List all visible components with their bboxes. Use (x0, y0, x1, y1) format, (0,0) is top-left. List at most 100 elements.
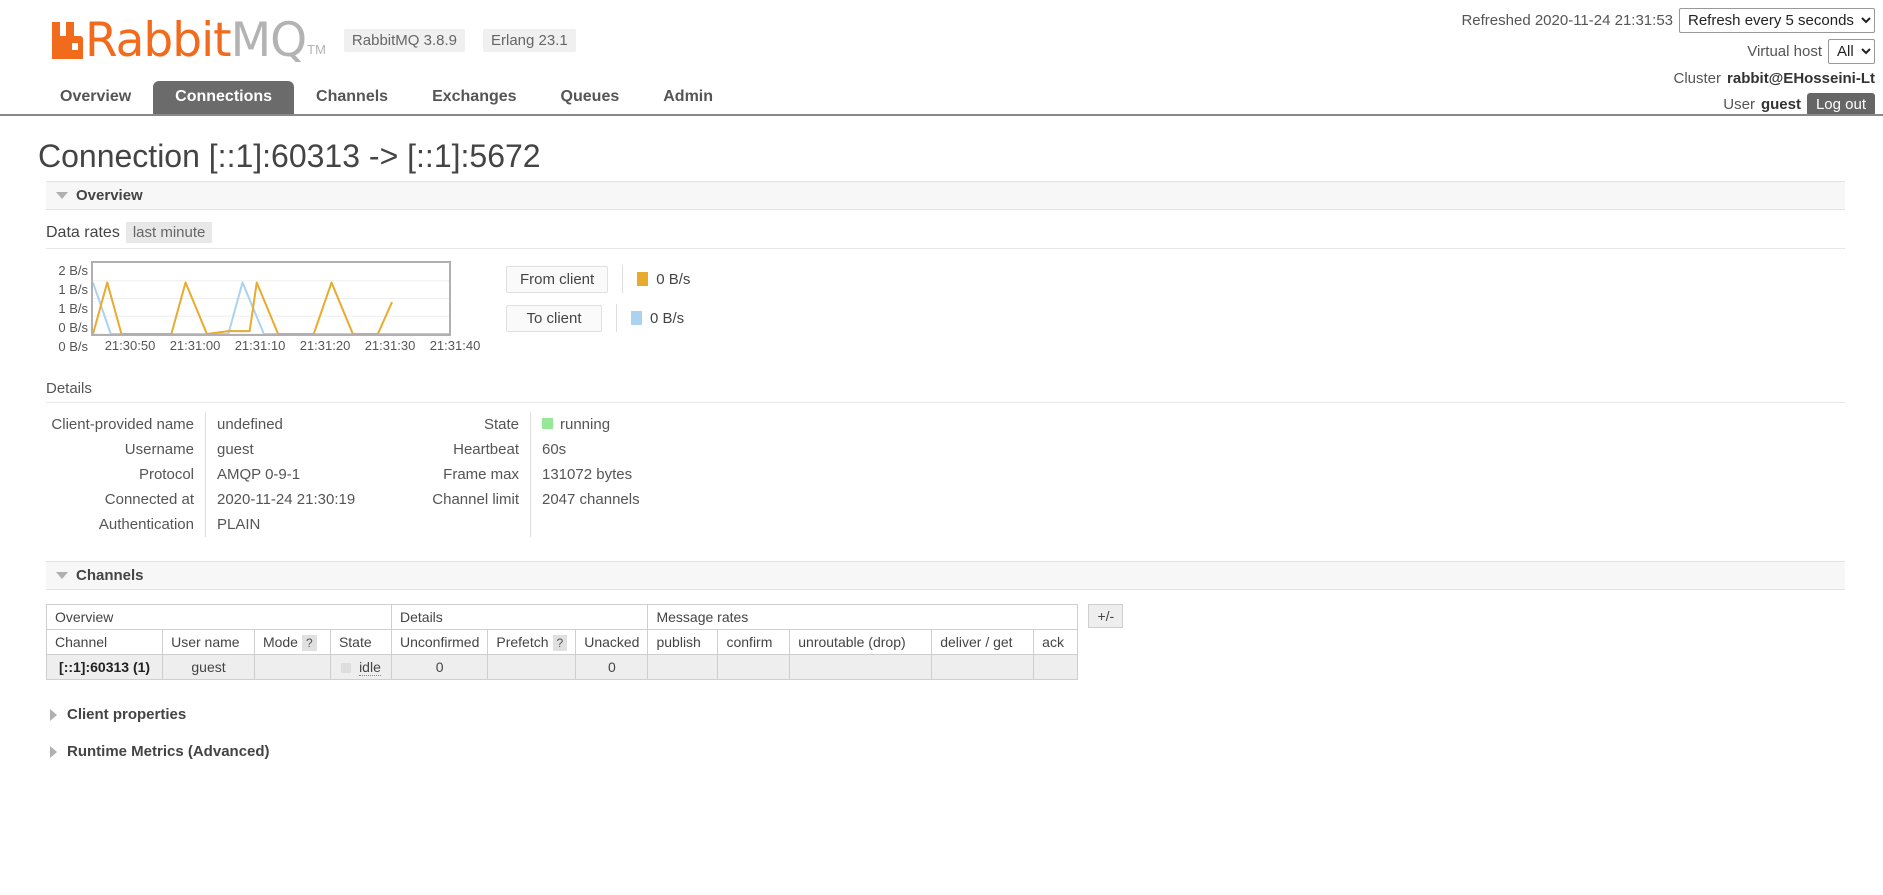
help-icon[interactable]: ? (552, 635, 568, 651)
x-tick-label: 21:30:50 (104, 338, 156, 353)
logo-text-rabbit: Rabbit (85, 13, 232, 68)
channels-table-wrap: Overview Details Message rates Channel U… (45, 604, 1845, 680)
data-rates-title-row: Data rates last minute (46, 210, 1845, 249)
detail-value-frame-max: 131072 bytes (542, 466, 633, 483)
tab-overview[interactable]: Overview (38, 81, 153, 114)
column-header-ack[interactable]: ack (1033, 629, 1079, 655)
refresh-interval-select[interactable]: Refresh every 5 seconds (1679, 8, 1875, 33)
legend-value-from-client: 0 B/s (656, 270, 691, 288)
section-header-client-properties[interactable]: Client properties (50, 706, 1845, 723)
legend-swatch-from-client (637, 272, 649, 286)
tab-channels[interactable]: Channels (294, 81, 410, 114)
cell-deliver-get (931, 654, 1035, 680)
cell-mode (253, 654, 331, 680)
tab-admin[interactable]: Admin (641, 81, 735, 114)
chart-svg (93, 280, 449, 334)
group-header-details: Details (390, 604, 649, 630)
detail-value-heartbeat: 60s (542, 441, 567, 458)
channels-table: Overview Details Message rates Channel U… (45, 604, 1079, 680)
logo-trademark: TM (307, 42, 326, 57)
details-column-left: Client-provided name Username Protocol C… (46, 412, 421, 537)
rabbitmq-logo-icon (52, 22, 83, 59)
toggle-columns-button[interactable]: +/- (1088, 604, 1124, 628)
table-row[interactable]: [::1]:60313 (1) guest idle 0 0 (45, 654, 1079, 680)
data-rates-period-chip[interactable]: last minute (125, 222, 213, 243)
legend-row-to-client: To client 0 B/s (506, 304, 690, 332)
detail-key: State (483, 416, 519, 433)
x-tick-label: 21:31:40 (429, 338, 481, 353)
detail-key: Heartbeat (453, 441, 519, 458)
status-idle-icon (341, 663, 352, 674)
legend-button-from-client[interactable]: From client (506, 265, 609, 293)
detail-value-authentication: PLAIN (217, 516, 261, 533)
help-icon[interactable]: ? (301, 635, 317, 651)
cell-confirm (717, 654, 791, 680)
vhost-select[interactable]: All (1828, 39, 1875, 64)
group-header-message-rates: Message rates (647, 604, 1079, 630)
details-column-right: State Heartbeat Frame max Channel limit … (421, 412, 731, 537)
column-header-deliver-get[interactable]: deliver / get (931, 629, 1035, 655)
section-header-overview[interactable]: Overview (46, 181, 1845, 210)
state-text: running (560, 416, 611, 433)
detail-key: Username (124, 441, 194, 458)
caret-right-icon (50, 745, 57, 758)
caret-down-icon (56, 192, 68, 199)
x-tick-label: 21:31:20 (299, 338, 351, 353)
x-tick-label: 21:31:10 (234, 338, 286, 353)
column-header-prefetch[interactable]: Prefetch? (487, 629, 577, 655)
tab-exchanges[interactable]: Exchanges (410, 81, 538, 114)
legend-value-to-client: 0 B/s (650, 309, 685, 327)
legend-row-from-client: From client 0 B/s (506, 265, 690, 293)
connection-details: Client-provided name Username Protocol C… (46, 403, 1845, 537)
detail-key: Frame max (443, 466, 519, 483)
tab-queues[interactable]: Queues (539, 81, 642, 114)
cell-unacked: 0 (575, 654, 649, 680)
status-running-icon (542, 418, 553, 429)
group-header-overview: Overview (46, 604, 392, 630)
cell-state: idle (329, 654, 393, 680)
page-content: Connection [::1]:60313 -> [::1]:5672 Ove… (0, 138, 1883, 760)
cell-state-text: idle (359, 659, 381, 676)
chart-legend: From client 0 B/s To client 0 B/s (506, 261, 690, 343)
column-header-unacked[interactable]: Unacked (575, 629, 649, 655)
cell-publish (647, 654, 719, 680)
cell-ack (1033, 654, 1079, 680)
x-tick-label: 21:31:30 (364, 338, 416, 353)
column-header-mode[interactable]: Mode? (253, 629, 331, 655)
vhost-label: Virtual host (1747, 43, 1822, 60)
legend-divider (622, 265, 624, 293)
detail-key: Client-provided name (51, 416, 194, 433)
caret-right-icon (50, 708, 57, 721)
caret-down-icon (56, 572, 68, 579)
cell-channel[interactable]: [::1]:60313 (1) (45, 654, 164, 680)
data-rates-subsection: Data rates last minute 2 B/s 1 B/s 1 B/s… (46, 210, 1845, 354)
data-rates-label: Data rates (46, 224, 120, 241)
column-header-unroutable[interactable]: unroutable (drop) (789, 629, 933, 655)
erlang-version-badge: Erlang 23.1 (482, 29, 576, 52)
detail-key: Authentication (98, 516, 194, 533)
legend-divider (616, 304, 617, 332)
column-header-channel[interactable]: Channel (45, 629, 164, 655)
page-title: Connection [::1]:60313 -> [::1]:5672 (38, 138, 541, 174)
column-header-user-name[interactable]: User name (162, 629, 255, 655)
section-header-runtime-metrics[interactable]: Runtime Metrics (Advanced) (50, 743, 1845, 760)
legend-button-to-client[interactable]: To client (506, 304, 602, 332)
column-header-prefetch-label: Prefetch (496, 634, 549, 650)
detail-value-channel-limit: 2047 channels (542, 491, 640, 508)
detail-value-protocol: AMQP 0-9-1 (217, 466, 301, 483)
detail-key: Channel limit (432, 491, 519, 508)
details-values-left: undefined guest AMQP 0-9-1 2020-11-24 21… (206, 412, 421, 537)
cell-unroutable (789, 654, 933, 680)
rabbitmq-logo[interactable]: RabbitMQ TM RabbitMQ 3.8.9 Erlang 23.1 (52, 17, 576, 64)
section-header-channels[interactable]: Channels (46, 561, 1845, 590)
tab-connections[interactable]: Connections (153, 81, 295, 114)
column-header-unconfirmed[interactable]: Unconfirmed (390, 629, 489, 655)
column-header-mode-label: Mode (262, 634, 298, 650)
column-header-publish[interactable]: publish (647, 629, 719, 655)
section-title-overview: Overview (76, 187, 143, 204)
column-header-state[interactable]: State (329, 629, 393, 655)
refresh-row: Refreshed 2020-11-24 21:31:53 Refresh ev… (1461, 8, 1875, 33)
column-header-confirm[interactable]: confirm (717, 629, 791, 655)
details-keys-right: State Heartbeat Frame max Channel limit (421, 412, 531, 537)
rabbitmq-version-badge: RabbitMQ 3.8.9 (343, 29, 465, 52)
